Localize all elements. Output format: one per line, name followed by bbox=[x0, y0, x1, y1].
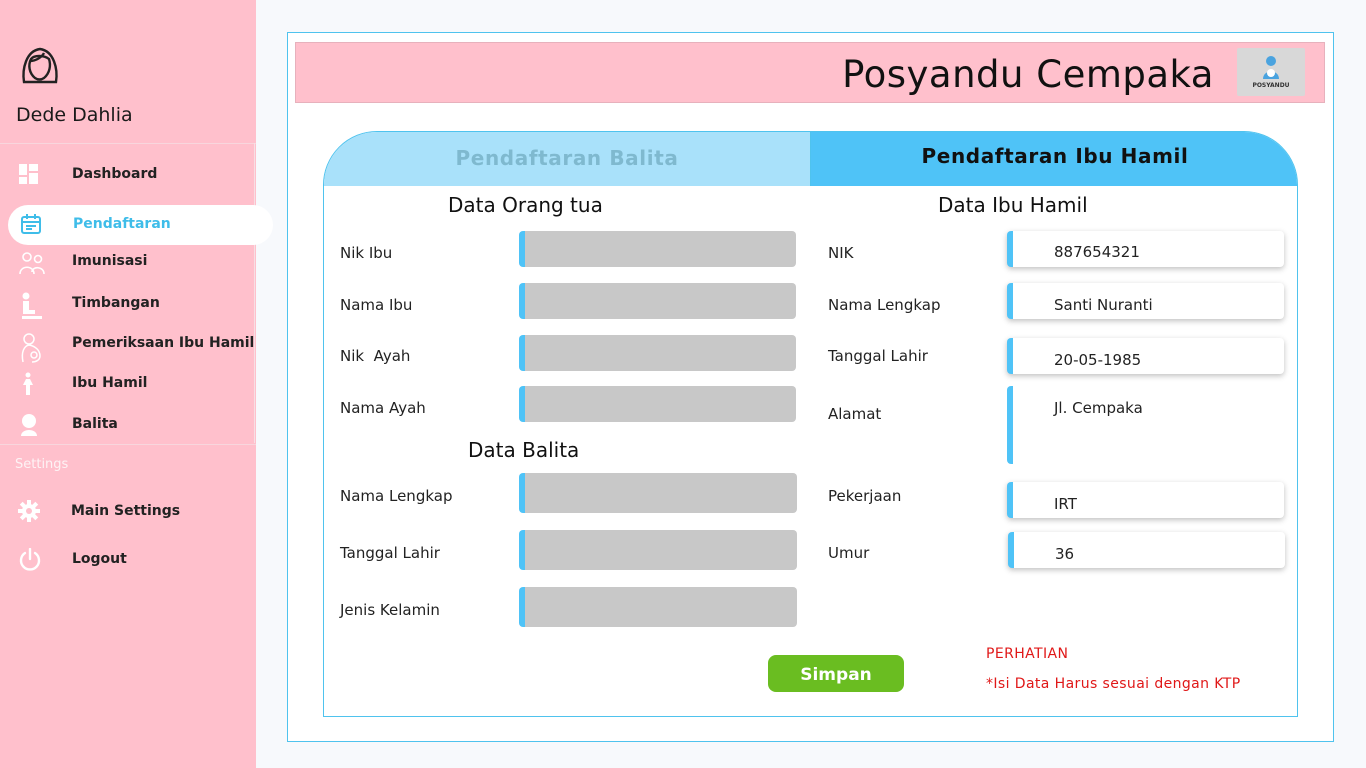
baby-icon bbox=[18, 413, 42, 437]
divider bbox=[0, 444, 256, 445]
tanggal-lahir-balita-field[interactable] bbox=[519, 530, 797, 570]
sidebar-item-label: Dashboard bbox=[72, 166, 158, 182]
tanggal-lahir-value: 20-05-1985 bbox=[1054, 351, 1142, 369]
calendar-icon bbox=[20, 213, 44, 237]
label-nik: NIK bbox=[828, 244, 854, 262]
label-tanggal-lahir: Tanggal Lahir bbox=[340, 544, 440, 562]
sidebar-item-balita[interactable]: Balita bbox=[0, 405, 256, 445]
sidebar-item-main-settings[interactable]: Main Settings bbox=[0, 492, 256, 532]
sidebar-item-ibu-hamil[interactable]: Ibu Hamil bbox=[0, 364, 256, 404]
notice-title: PERHATIAN bbox=[986, 646, 1069, 662]
divider bbox=[0, 143, 256, 144]
sidebar-item-dashboard[interactable]: Dashboard bbox=[0, 155, 256, 195]
mother-checkup-icon bbox=[18, 332, 42, 363]
nama-lengkap-field[interactable]: Santi Nuranti bbox=[1007, 283, 1284, 319]
user-name: Dede Dahlia bbox=[16, 104, 133, 126]
sidebar-item-label: Pemeriksaan Ibu Hamil bbox=[72, 335, 255, 351]
user-avatar-icon bbox=[18, 43, 62, 87]
immunization-icon bbox=[18, 250, 45, 275]
gear-icon bbox=[18, 500, 42, 524]
section-title-data-balita: Data Balita bbox=[468, 438, 580, 462]
page-title: Posyandu Cempaka bbox=[842, 53, 1214, 96]
label-nama-ibu: Nama Ibu bbox=[340, 296, 413, 314]
tanggal-lahir-field[interactable]: 20-05-1985 bbox=[1007, 338, 1284, 374]
dashboard-icon bbox=[18, 163, 42, 187]
pregnant-icon bbox=[18, 372, 42, 396]
settings-section-label: Settings bbox=[15, 457, 69, 472]
alamat-value: Jl. Cempaka bbox=[1054, 399, 1143, 417]
umur-value: 36 bbox=[1055, 545, 1075, 563]
label-pekerjaan: Pekerjaan bbox=[828, 487, 902, 505]
nama-lengkap-value: Santi Nuranti bbox=[1054, 296, 1153, 314]
nik-ayah-field[interactable] bbox=[519, 335, 796, 371]
sidebar-item-timbangan[interactable]: Timbangan bbox=[0, 284, 256, 324]
sidebar-item-logout[interactable]: Logout bbox=[0, 540, 256, 580]
label-nama-ayah: Nama Ayah bbox=[340, 399, 426, 417]
sidebar-item-label: Ibu Hamil bbox=[72, 375, 148, 391]
sidebar: Dede Dahlia Dashboard Pendaftaran Imunis… bbox=[0, 0, 273, 768]
pekerjaan-field[interactable]: IRT bbox=[1007, 482, 1284, 518]
sidebar-item-imunisasi[interactable]: Imunisasi bbox=[0, 242, 256, 282]
label-jenis-kelamin: Jenis Kelamin bbox=[340, 601, 440, 619]
umur-field[interactable]: 36 bbox=[1008, 532, 1285, 568]
label-umur: Umur bbox=[828, 544, 870, 562]
sidebar-item-label: Pendaftaran bbox=[73, 216, 171, 232]
nik-value: 887654321 bbox=[1054, 243, 1140, 261]
sidebar-item-label: Timbangan bbox=[72, 295, 160, 311]
nama-ayah-field[interactable] bbox=[519, 386, 796, 422]
tab-pendaftaran-balita[interactable]: Pendaftaran Balita bbox=[324, 132, 811, 186]
scale-icon bbox=[18, 292, 42, 319]
pekerjaan-value: IRT bbox=[1054, 495, 1077, 513]
nik-field[interactable]: 887654321 bbox=[1007, 231, 1284, 267]
label-nik-ibu: Nik Ibu bbox=[340, 244, 393, 262]
label-nama-lengkap-ibu: Nama Lengkap bbox=[828, 296, 941, 314]
header-banner: Posyandu Cempaka bbox=[295, 42, 1325, 103]
save-button[interactable]: Simpan bbox=[768, 655, 904, 692]
notice-text: *Isi Data Harus sesuai dengan KTP bbox=[986, 676, 1241, 692]
nik-ibu-field[interactable] bbox=[519, 231, 796, 267]
logo-text: POSYANDU bbox=[1252, 82, 1290, 89]
sidebar-item-label: Balita bbox=[72, 416, 118, 432]
label-nik-ayah: Nik Ayah bbox=[340, 347, 411, 365]
jenis-kelamin-field[interactable] bbox=[519, 587, 797, 627]
sidebar-item-label: Logout bbox=[72, 551, 127, 567]
tab-pendaftaran-ibu-hamil[interactable]: Pendaftaran Ibu Hamil bbox=[811, 132, 1297, 186]
nama-lengkap-balita-field[interactable] bbox=[519, 473, 797, 513]
label-alamat: Alamat bbox=[828, 405, 882, 423]
nama-ibu-field[interactable] bbox=[519, 283, 796, 319]
posyandu-logo: POSYANDU bbox=[1237, 48, 1305, 96]
power-icon bbox=[18, 547, 42, 572]
label-nama-lengkap: Nama Lengkap bbox=[340, 487, 453, 505]
section-title-data-ibu-hamil: Data Ibu Hamil bbox=[938, 193, 1088, 217]
alamat-field[interactable]: Jl. Cempaka bbox=[1007, 386, 1284, 464]
sidebar-item-pendaftaran[interactable]: Pendaftaran bbox=[8, 205, 273, 245]
sidebar-item-pemeriksaan-ibu-hamil[interactable]: Pemeriksaan Ibu Hamil bbox=[0, 324, 256, 364]
sidebar-item-label: Imunisasi bbox=[72, 253, 148, 269]
sidebar-item-label: Main Settings bbox=[71, 503, 181, 519]
section-title-data-orang-tua: Data Orang tua bbox=[448, 193, 603, 217]
label-tanggal-lahir-ibu: Tanggal Lahir bbox=[828, 347, 928, 365]
